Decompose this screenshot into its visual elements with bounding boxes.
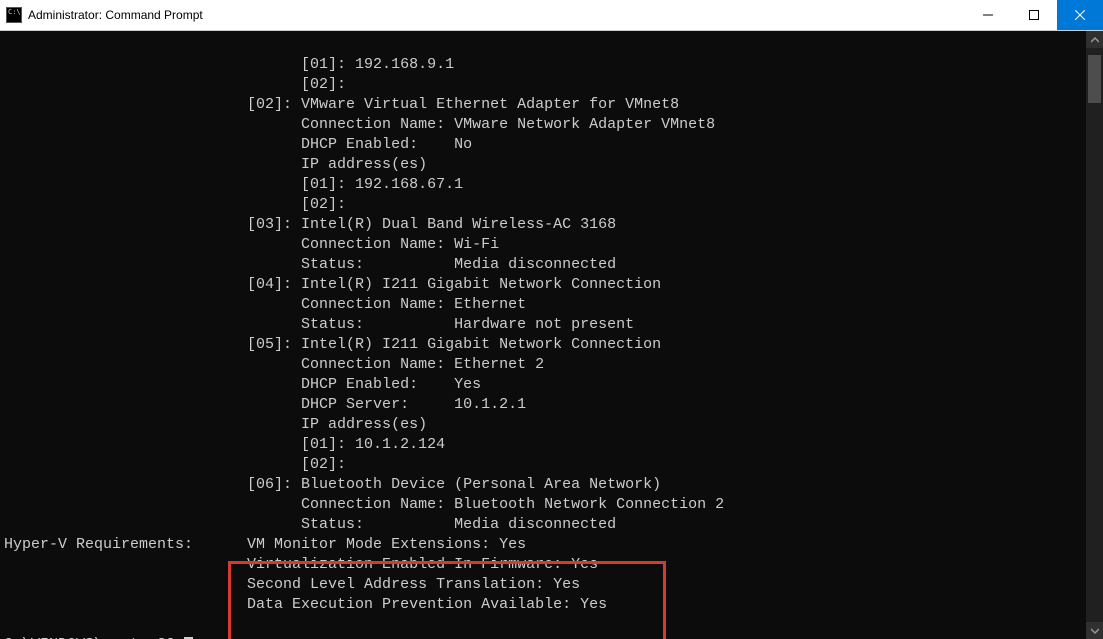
output-line: Connection Name: Ethernet 2 (4, 356, 544, 373)
command-prompt-window: Administrator: Command Prompt [01]: 192.… (0, 0, 1103, 639)
chevron-up-icon (1091, 36, 1099, 44)
scroll-down-button[interactable] (1086, 622, 1103, 639)
close-icon (1075, 10, 1085, 20)
titlebar-left: Administrator: Command Prompt (0, 7, 203, 23)
output-line: Connection Name: VMware Network Adapter … (4, 116, 715, 133)
output-line: [06]: Bluetooth Device (Personal Area Ne… (4, 476, 661, 493)
maximize-button[interactable] (1011, 0, 1057, 30)
output-line: [02]: (4, 76, 346, 93)
output-line: [03]: Intel(R) Dual Band Wireless-AC 316… (4, 216, 616, 233)
output-line: Status: Media disconnected (4, 516, 616, 533)
scroll-up-button[interactable] (1086, 31, 1103, 48)
output-line: Virtualization Enabled In Firmware: Yes (4, 556, 598, 573)
output-line: [01]: 10.1.2.124 (4, 436, 445, 453)
output-line: [02]: (4, 196, 346, 213)
output-line: Hyper-V Requirements: VM Monitor Mode Ex… (4, 536, 526, 553)
close-button[interactable] (1057, 0, 1103, 30)
scroll-thumb[interactable] (1088, 55, 1101, 103)
window-title: Administrator: Command Prompt (28, 8, 203, 22)
prompt-line[interactable]: C:\WINDOWS\system32> (4, 635, 1082, 639)
minimize-icon (983, 10, 993, 20)
output-line: Status: Media disconnected (4, 256, 616, 273)
output-line: IP address(es) (4, 156, 427, 173)
prompt-text: C:\WINDOWS\system32> (4, 635, 184, 639)
cmd-icon (6, 7, 22, 23)
console-output[interactable]: [01]: 192.168.9.1 [02]: [02]: VMware Vir… (0, 31, 1086, 639)
output-line: DHCP Enabled: Yes (4, 376, 481, 393)
console-area: [01]: 192.168.9.1 [02]: [02]: VMware Vir… (0, 31, 1103, 639)
output-line: DHCP Enabled: No (4, 136, 472, 153)
output-line: [01]: 192.168.9.1 (4, 56, 454, 73)
output-line: [05]: Intel(R) I211 Gigabit Network Conn… (4, 336, 661, 353)
output-line: [02]: (4, 456, 346, 473)
output-line: Connection Name: Bluetooth Network Conne… (4, 496, 724, 513)
window-controls (965, 0, 1103, 30)
output-line: [01]: 192.168.67.1 (4, 176, 463, 193)
titlebar[interactable]: Administrator: Command Prompt (0, 0, 1103, 31)
minimize-button[interactable] (965, 0, 1011, 30)
output-line: Connection Name: Wi-Fi (4, 236, 499, 253)
output-line: DHCP Server: 10.1.2.1 (4, 396, 526, 413)
output-line: Status: Hardware not present (4, 316, 634, 333)
output-line: Second Level Address Translation: Yes (4, 576, 580, 593)
maximize-icon (1029, 10, 1039, 20)
output-line: IP address(es) (4, 416, 427, 433)
output-line: Data Execution Prevention Available: Yes (4, 596, 607, 613)
output-line: Connection Name: Ethernet (4, 296, 526, 313)
vertical-scrollbar[interactable] (1086, 31, 1103, 639)
chevron-down-icon (1091, 627, 1099, 635)
output-line: [02]: VMware Virtual Ethernet Adapter fo… (4, 96, 679, 113)
output-line: [04]: Intel(R) I211 Gigabit Network Conn… (4, 276, 661, 293)
